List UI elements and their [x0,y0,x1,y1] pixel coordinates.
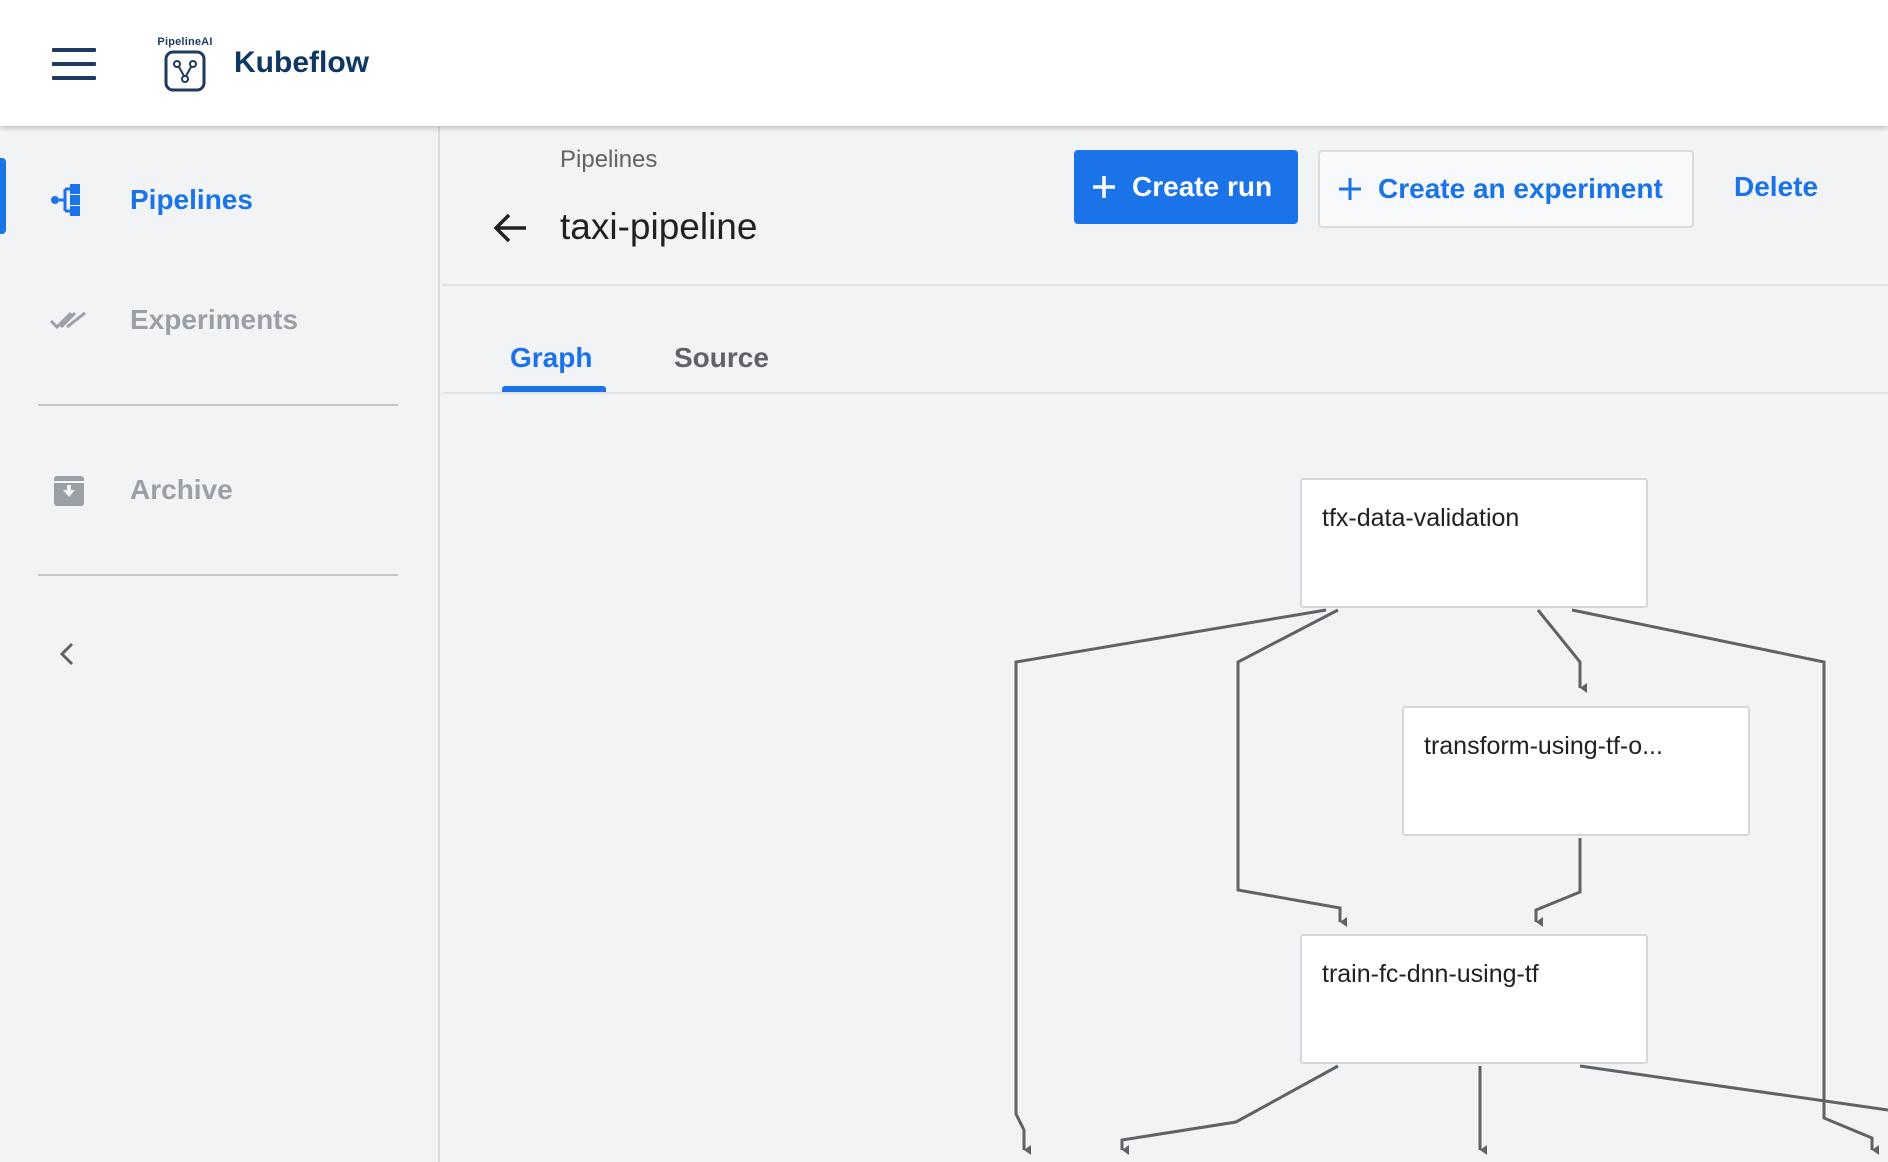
graph-node-train-fc-dnn-using-tf[interactable]: train-fc-dnn-using-tf [1300,934,1648,1064]
double-check-icon [49,311,86,330]
sidebar-divider [38,574,398,576]
top-app-bar: PipelineAI Kubeflow [0,0,1888,126]
tab-bar: Graph Source [442,286,1888,394]
plus-icon [1339,178,1361,200]
tab-active-indicator [502,386,606,392]
brand-title: Kubeflow [234,46,369,79]
graph-edge [1579,1064,1888,1112]
graph-edge [1236,608,1347,927]
arrow-back-icon[interactable] [488,206,532,250]
sidebar-item-label: Pipelines [130,184,253,215]
graph-edge [1571,608,1879,1155]
create-experiment-label: Create an experiment [1378,173,1663,204]
main-content: Pipelines taxi-pipeline Create run Creat… [442,126,1888,1162]
archive-box-icon [54,476,84,506]
create-run-label: Create run [1132,171,1273,202]
tab-graph[interactable]: Graph [510,342,592,374]
hamburger-menu-icon[interactable] [46,44,102,84]
logo-caption: PipelineAI [157,36,213,48]
graph-edge [1536,609,1587,693]
graph-edge [1534,838,1582,927]
graph-edge [1120,1064,1339,1155]
pipeline-graph-canvas[interactable]: tfx-data-validation transform-using-tf-o… [442,394,1888,1162]
breadcrumb[interactable]: Pipelines [560,146,657,174]
chevron-left-icon[interactable] [50,636,86,672]
graph-node-tfx-data-validation[interactable]: tfx-data-validation [1300,478,1648,608]
graph-node-label: train-fc-dnn-using-tf [1322,960,1539,988]
sidebar-item-experiments[interactable]: Experiments [0,280,440,360]
graph-node-label: tfx-data-validation [1322,504,1520,532]
sidebar-item-label: Archive [130,474,233,505]
sidebar-item-label: Experiments [130,304,299,335]
plus-icon [1093,176,1115,198]
pipelineai-logo: PipelineAI [150,36,220,92]
sidebar-item-pipelines[interactable]: Pipelines [0,160,440,240]
graph-node-transform-using-tf[interactable]: transform-using-tf-o... [1402,706,1750,836]
sidebar-divider [38,404,398,406]
create-experiment-button[interactable]: Create an experiment [1318,150,1694,228]
sidebar: Pipelines Experiments Archive [0,126,440,1162]
tab-source[interactable]: Source [674,342,769,374]
page-header: Pipelines taxi-pipeline Create run Creat… [442,126,1888,286]
delete-button[interactable]: Delete [1718,150,1838,224]
create-run-button[interactable]: Create run [1074,150,1298,224]
delete-label: Delete [1734,171,1819,202]
graph-edge [1014,608,1327,1155]
pipelineai-logo-icon [164,50,206,92]
graph-node-label: transform-using-tf-o... [1424,732,1663,760]
sidebar-item-archive[interactable]: Archive [0,450,440,530]
page-title: taxi-pipeline [560,206,758,247]
pipeline-nodes-icon [51,184,80,216]
